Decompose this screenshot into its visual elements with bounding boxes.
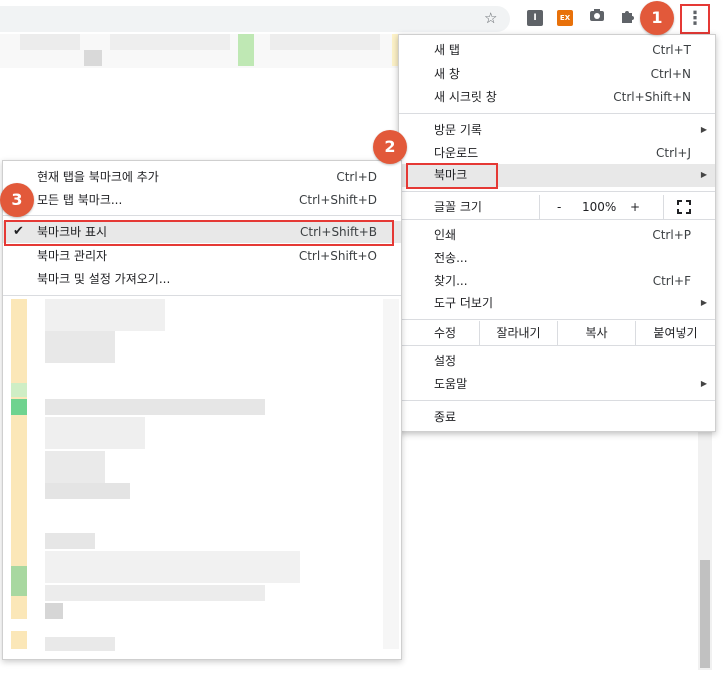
menu-item-label: 도구 더보기: [434, 296, 494, 310]
menu-item-shortcut: Ctrl+Shift+O: [298, 249, 377, 263]
menu-item-label: 인쇄: [434, 228, 457, 242]
puzzle-icon[interactable]: [619, 8, 635, 28]
menu-item-label: 새 창: [434, 67, 460, 81]
zoom-in-button[interactable]: +: [630, 195, 640, 219]
menu-item-shortcut: Ctrl+Shift+D: [299, 193, 377, 207]
submenu-arrow-icon: ▶: [700, 125, 707, 134]
more-menu-button[interactable]: ⋮: [680, 4, 710, 34]
menu-separator: [399, 219, 715, 220]
menu-item-label: 수정: [434, 326, 457, 340]
menu-item-exit[interactable]: 종료: [399, 406, 715, 428]
menu-item-new-window[interactable]: 새 창 Ctrl+N: [399, 63, 715, 85]
menu-separator: [3, 215, 401, 216]
menu-item-shortcut: Ctrl+J: [656, 146, 691, 160]
step-badge-2: 2: [373, 130, 407, 164]
copy-button[interactable]: 복사: [557, 321, 635, 345]
menu-item-label: 북마크 및 설정 가져오기...: [37, 272, 171, 286]
submenu-arrow-icon: ▶: [700, 170, 707, 179]
step-badge-1: 1: [640, 1, 674, 35]
menu-item-label: 다운로드: [434, 146, 479, 160]
menu-item-label: 현재 탭을 북마크에 추가: [37, 170, 159, 184]
highlight-show-bookmark-bar: [4, 220, 394, 246]
menu-item-settings[interactable]: 설정: [399, 350, 715, 372]
menu-item-new-tab[interactable]: 새 탭 Ctrl+T: [399, 39, 715, 61]
menu-separator: [3, 295, 401, 296]
submenu-arrow-icon: ▶: [700, 298, 707, 307]
zoom-controls: - 100% +: [539, 195, 664, 219]
menu-item-edit: 수정 잘라내기 복사 붙여넣기: [399, 321, 715, 345]
menu-item-shortcut: Ctrl+N: [650, 67, 691, 81]
menu-item-history[interactable]: 방문 기록 ▶: [399, 119, 715, 141]
menu-item-label: 모든 탭 북마크...: [37, 193, 123, 207]
menu-item-label: 설정: [434, 354, 457, 368]
menu-item-shortcut: Ctrl+F: [652, 274, 691, 288]
menu-item-label: 전송...: [434, 251, 468, 265]
blurred-bookmark-strip: [0, 34, 400, 68]
menu-item-cast[interactable]: 전송...: [399, 247, 715, 269]
paste-button[interactable]: 붙여넣기: [635, 321, 715, 345]
submenu-item-bookmark-manager[interactable]: 북마크 관리자 Ctrl+Shift+O: [3, 245, 401, 267]
star-icon[interactable]: ☆: [484, 9, 497, 27]
submenu-arrow-icon: ▶: [700, 379, 707, 388]
menu-separator: [399, 345, 715, 346]
menu-separator: [399, 113, 715, 114]
menu-separator: [399, 400, 715, 401]
chrome-main-menu: 새 탭 Ctrl+T 새 창 Ctrl+N 새 시크릿 창 Ctrl+Shift…: [398, 34, 716, 432]
menu-item-print[interactable]: 인쇄 Ctrl+P: [399, 224, 715, 246]
menu-item-label: 방문 기록: [434, 123, 482, 137]
menu-item-label: 종료: [434, 410, 457, 424]
menu-item-label: 글꼴 크기: [434, 200, 482, 214]
submenu-item-import[interactable]: 북마크 및 설정 가져오기...: [3, 268, 401, 290]
menu-item-label: 찾기...: [434, 274, 468, 288]
menu-separator: [399, 319, 715, 320]
menu-separator: [399, 191, 715, 192]
menu-item-label: 새 시크릿 창: [434, 90, 497, 104]
browser-toolbar: ☆ I EX ⋮: [0, 0, 725, 36]
page-scrollbar-thumb[interactable]: [700, 560, 710, 668]
submenu-item-bookmark-all-tabs[interactable]: 모든 탭 북마크... Ctrl+Shift+D: [3, 189, 401, 211]
menu-item-shortcut: Ctrl+Shift+N: [613, 90, 691, 104]
submenu-item-add-current-tab[interactable]: 현재 탭을 북마크에 추가 Ctrl+D: [3, 166, 401, 188]
extension-ex-icon[interactable]: EX: [557, 10, 573, 26]
menu-item-incognito[interactable]: 새 시크릿 창 Ctrl+Shift+N: [399, 86, 715, 108]
zoom-out-button[interactable]: -: [557, 195, 561, 219]
extension-i-icon[interactable]: I: [527, 10, 543, 26]
highlight-bookmarks-item: [406, 163, 498, 189]
menu-item-more-tools[interactable]: 도구 더보기 ▶: [399, 292, 715, 314]
menu-item-shortcut: Ctrl+T: [652, 43, 691, 57]
camera-icon[interactable]: [589, 8, 605, 26]
menu-item-find[interactable]: 찾기... Ctrl+F: [399, 270, 715, 292]
menu-item-downloads[interactable]: 다운로드 Ctrl+J: [399, 142, 715, 164]
menu-item-shortcut: Ctrl+P: [652, 228, 691, 242]
menu-item-shortcut: Ctrl+D: [336, 170, 377, 184]
address-bar[interactable]: [0, 6, 510, 32]
menu-item-help[interactable]: 도움말 ▶: [399, 373, 715, 395]
menu-item-label: 도움말: [434, 377, 468, 391]
menu-item-label: 북마크 관리자: [37, 249, 108, 263]
zoom-level: 100%: [582, 200, 617, 214]
step-badge-3: 3: [0, 183, 34, 217]
menu-item-label: 새 탭: [434, 43, 460, 57]
menu-item-zoom: 글꼴 크기 - 100% +: [399, 195, 715, 219]
cut-button[interactable]: 잘라내기: [479, 321, 557, 345]
